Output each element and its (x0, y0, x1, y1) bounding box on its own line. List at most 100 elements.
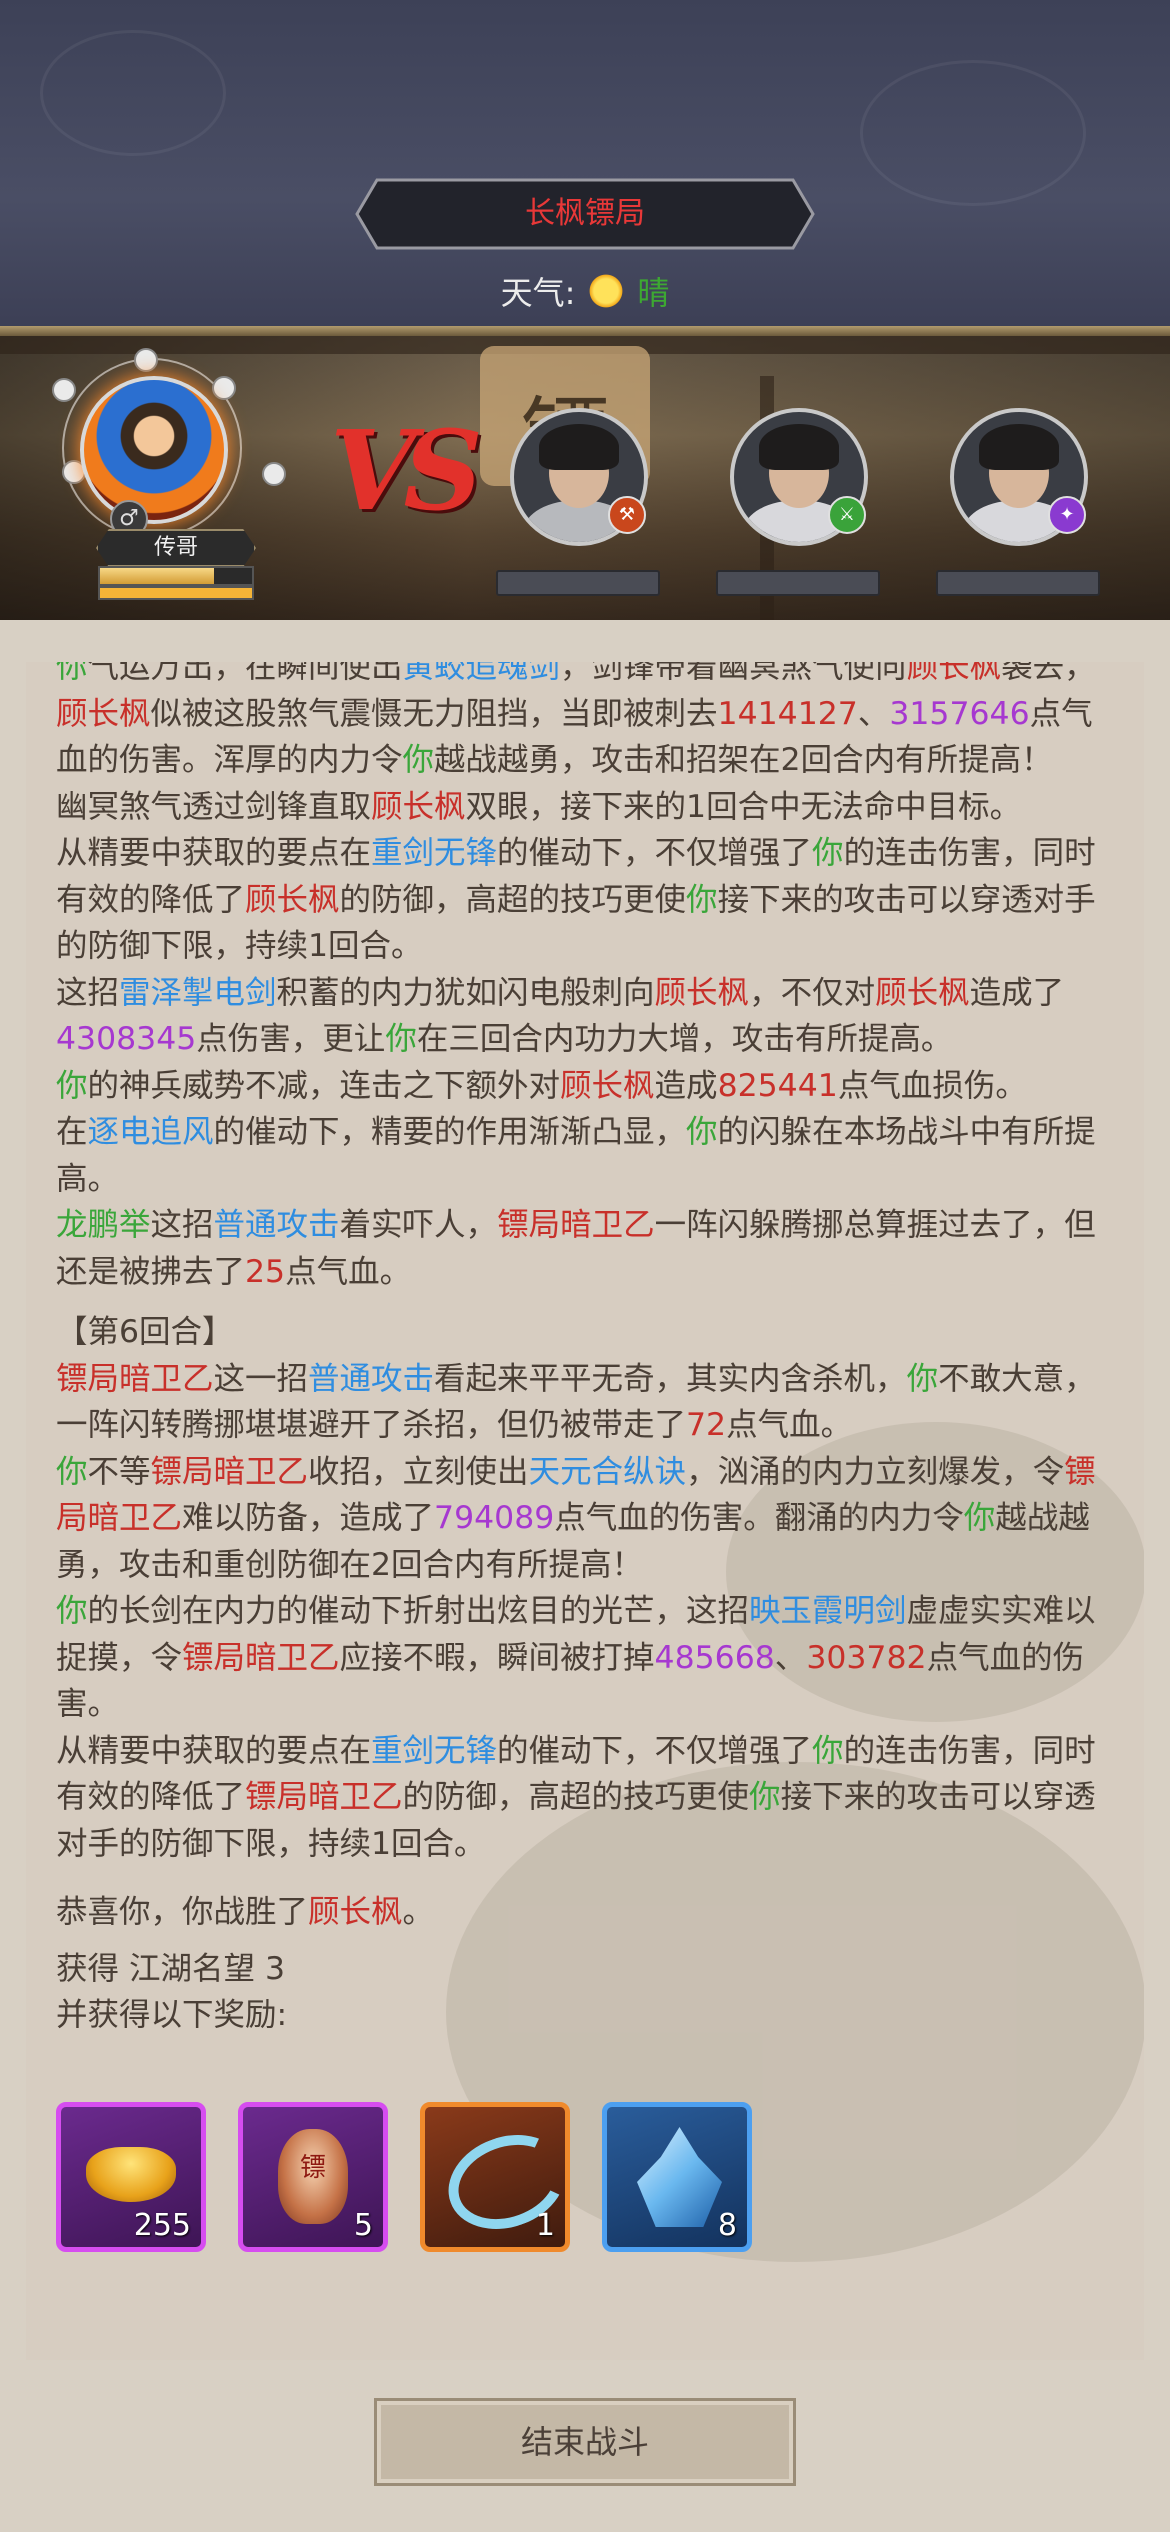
log-text: ，剑锋带着幽冥煞气使向 (560, 662, 907, 685)
cloud-decoration (40, 30, 226, 156)
round-lines: 镖局暗卫乙这一招普通攻击看起来平平无奇，其实内含杀机，你不敢大意，一阵闪转腾挪堪… (56, 1356, 1116, 1868)
hero-hp-fill (100, 568, 214, 584)
reward-count: 8 (717, 2208, 737, 2243)
highlight-text: 你 (963, 1500, 996, 1536)
enemy-hp-bar (716, 570, 880, 596)
highlight-text: 485668 (654, 1639, 775, 1676)
victory-line: 恭喜你，你战胜了顾长枫。 (56, 1889, 1116, 1936)
log-text: 的催动下，精要的作用渐渐凸显， (213, 1114, 687, 1150)
skill-dot-icon (52, 378, 76, 402)
log-text: 难以防备，造成了 (182, 1500, 435, 1536)
highlight-text: 顾长枫 (56, 695, 151, 732)
reward-count: 5 (353, 2208, 373, 2243)
log-text: 收招，立刻使出 (308, 1453, 529, 1490)
log-text: 双眼，接下来的1回合中无法命中目标。 (465, 788, 1022, 825)
highlight-text: 雷泽掣电剑 (119, 974, 277, 1011)
reward-count: 255 (133, 2208, 191, 2243)
highlight-text: 普通攻击 (308, 1360, 435, 1397)
log-text: 造成 (654, 1067, 718, 1104)
log-text: 的长剑在内力的催动下折射出炫目的光芒，这招 (87, 1593, 750, 1629)
header-divider (0, 326, 1170, 336)
log-text: 点伤害，更让 (196, 1021, 386, 1057)
log-text: 这招 (56, 974, 120, 1011)
weather-indicator: 天气: 晴 (0, 266, 1170, 316)
highlight-text: 镖局暗卫乙 (497, 1207, 655, 1243)
escort-token-glyph: 镖 (299, 2153, 326, 2183)
log-line: 你不等镖局暗卫乙收招，立刻使出天元合纵诀，汹涌的内力立刻爆发，令镖局暗卫乙难以防… (56, 1449, 1116, 1589)
log-text: 在 (56, 1114, 88, 1150)
log-text: 恭喜你，你战胜了 (56, 1894, 309, 1930)
log-text: 幽冥煞气透过剑锋直取 (56, 788, 372, 825)
log-text: 。 (402, 1894, 435, 1930)
staff-icon: ✦ (1048, 496, 1086, 534)
log-text: 似被这股煞气震慑无力阻挡，当即被刺去 (150, 695, 718, 732)
hero-energy-fill (100, 588, 252, 598)
log-text: 这一招 (213, 1360, 309, 1397)
highlight-text: 你 (686, 1114, 718, 1150)
log-text: 越战越勇，攻击和招架在2回合内有所提高！ (434, 742, 1053, 778)
hero-avatar[interactable] (80, 376, 228, 524)
highlight-text: 镖局暗卫乙 (56, 1360, 214, 1397)
reward-count: 1 (535, 2208, 555, 2243)
battle-banner: 镖 ♂ 传哥 VS ⚒ ⚔ ✦ (0, 336, 1170, 620)
highlight-text: 4308345 (56, 1021, 197, 1057)
log-text: 这招 (150, 1207, 214, 1243)
highlight-text: 3157646 (889, 695, 1030, 732)
skill-dot-icon (212, 376, 236, 400)
hero-name: 传哥 (96, 529, 256, 567)
sun-icon (587, 272, 626, 310)
highlight-text: 重剑无锋 (371, 1732, 498, 1769)
log-line: 你的长剑在内力的催动下折射出炫目的光芒，这招映玉霞明剑虚虚实实难以捉摸，令镖局暗… (56, 1588, 1116, 1728)
highlight-text: 794089 (434, 1500, 555, 1536)
blue-crystal-icon (637, 2127, 722, 2227)
log-line: 你气运万出，在瞬间使出黄蛟追魂剑，剑锋带着幽冥煞气使向顾长枫袭去，顾长枫似被这股… (56, 662, 1116, 784)
reward-list: 255 镖 5 1 8 (56, 2102, 752, 2252)
reward-item[interactable]: 1 (420, 2102, 570, 2252)
log-line: 这招雷泽掣电剑积蓄的内力犹如闪电般刺向顾长枫，不仅对顾长枫造成了4308345点… (56, 970, 1116, 1063)
log-text: 在三回合内功力大增，攻击有所提高。 (416, 1021, 953, 1057)
cloud-decoration (860, 60, 1086, 206)
highlight-text: 顾长枫 (308, 1894, 403, 1930)
highlight-text: 顾长枫 (654, 974, 750, 1011)
log-line: 镖局暗卫乙这一招普通攻击看起来平平无奇，其实内含杀机，你不敢大意，一阵闪转腾挪堪… (56, 1356, 1116, 1449)
highlight-text: 你 (56, 662, 88, 685)
highlight-text: 你 (56, 1593, 88, 1629)
log-line: 幽冥煞气透过剑锋直取顾长枫双眼，接下来的1回合中无法命中目标。 (56, 784, 1116, 831)
highlight-text: 你 (56, 1453, 88, 1490)
log-text: 点气血。 (726, 1407, 853, 1443)
log-text: 、 (857, 695, 890, 732)
page-title: 长枫镖局 (525, 196, 645, 231)
skill-dot-icon (262, 462, 286, 486)
log-text: 从精要中获取的要点在 (56, 835, 372, 871)
highlight-text: 25 (245, 1253, 286, 1290)
rewards-label: 并获得以下奖励: (56, 1997, 288, 2033)
log-text: 积蓄的内力犹如闪电般刺向 (276, 974, 655, 1011)
log-text: 的神兵威势不减，连击之下额外对 (87, 1067, 561, 1104)
end-battle-button[interactable]: 结束战斗 (374, 2398, 796, 2486)
log-line: 在逐电追风的催动下，精要的作用渐渐凸显，你的闪躲在本场战斗中有所提高。 (56, 1109, 1116, 1202)
highlight-text: 你 (385, 1021, 417, 1057)
reward-item[interactable]: 255 (56, 2102, 206, 2252)
reward-item[interactable]: 8 (602, 2102, 752, 2252)
battle-log: 你气运万出，在瞬间使出黄蛟追魂剑，剑锋带着幽冥煞气使向顾长枫袭去，顾长枫似被这股… (56, 662, 1116, 2039)
highlight-text: 你 (812, 1732, 844, 1769)
highlight-text: 镖局暗卫乙 (182, 1639, 340, 1676)
log-text: 气运万出，在瞬间使出 (87, 662, 403, 685)
round-label: 【第6回合】 (56, 1314, 234, 1350)
enemy-hp-bar (496, 570, 660, 596)
log-text: 袭去， (1001, 662, 1096, 685)
battle-log-panel[interactable]: 你气运万出，在瞬间使出黄蛟追魂剑，剑锋带着幽冥煞气使向顾长枫袭去，顾长枫似被这股… (26, 662, 1144, 2360)
log-line: 龙鹏举这招普通攻击着实吓人，镖局暗卫乙一阵闪躲腾挪总算捱过去了，但还是被拂去了2… (56, 1202, 1116, 1295)
reward-item[interactable]: 镖 5 (238, 2102, 388, 2252)
log-text: 的防御，高超的技巧更使 (402, 1779, 750, 1815)
highlight-text: 1414127 (717, 695, 858, 732)
highlight-text: 顾长枫 (560, 1067, 655, 1104)
log-text: 的防御，高超的技巧更使 (339, 881, 687, 918)
highlight-text: 你 (812, 835, 844, 871)
log-text: 应接不暇，瞬间被打掉 (339, 1639, 655, 1676)
log-text: 看起来平平无奇，其实内含杀机， (434, 1360, 907, 1397)
log-text: 点气血的伤害。翻涌的内力令 (554, 1500, 964, 1536)
highlight-text: 顾长枫 (906, 662, 1002, 685)
highlight-text: 天元合纵诀 (528, 1453, 687, 1490)
escort-token-icon: 镖 (278, 2129, 348, 2224)
